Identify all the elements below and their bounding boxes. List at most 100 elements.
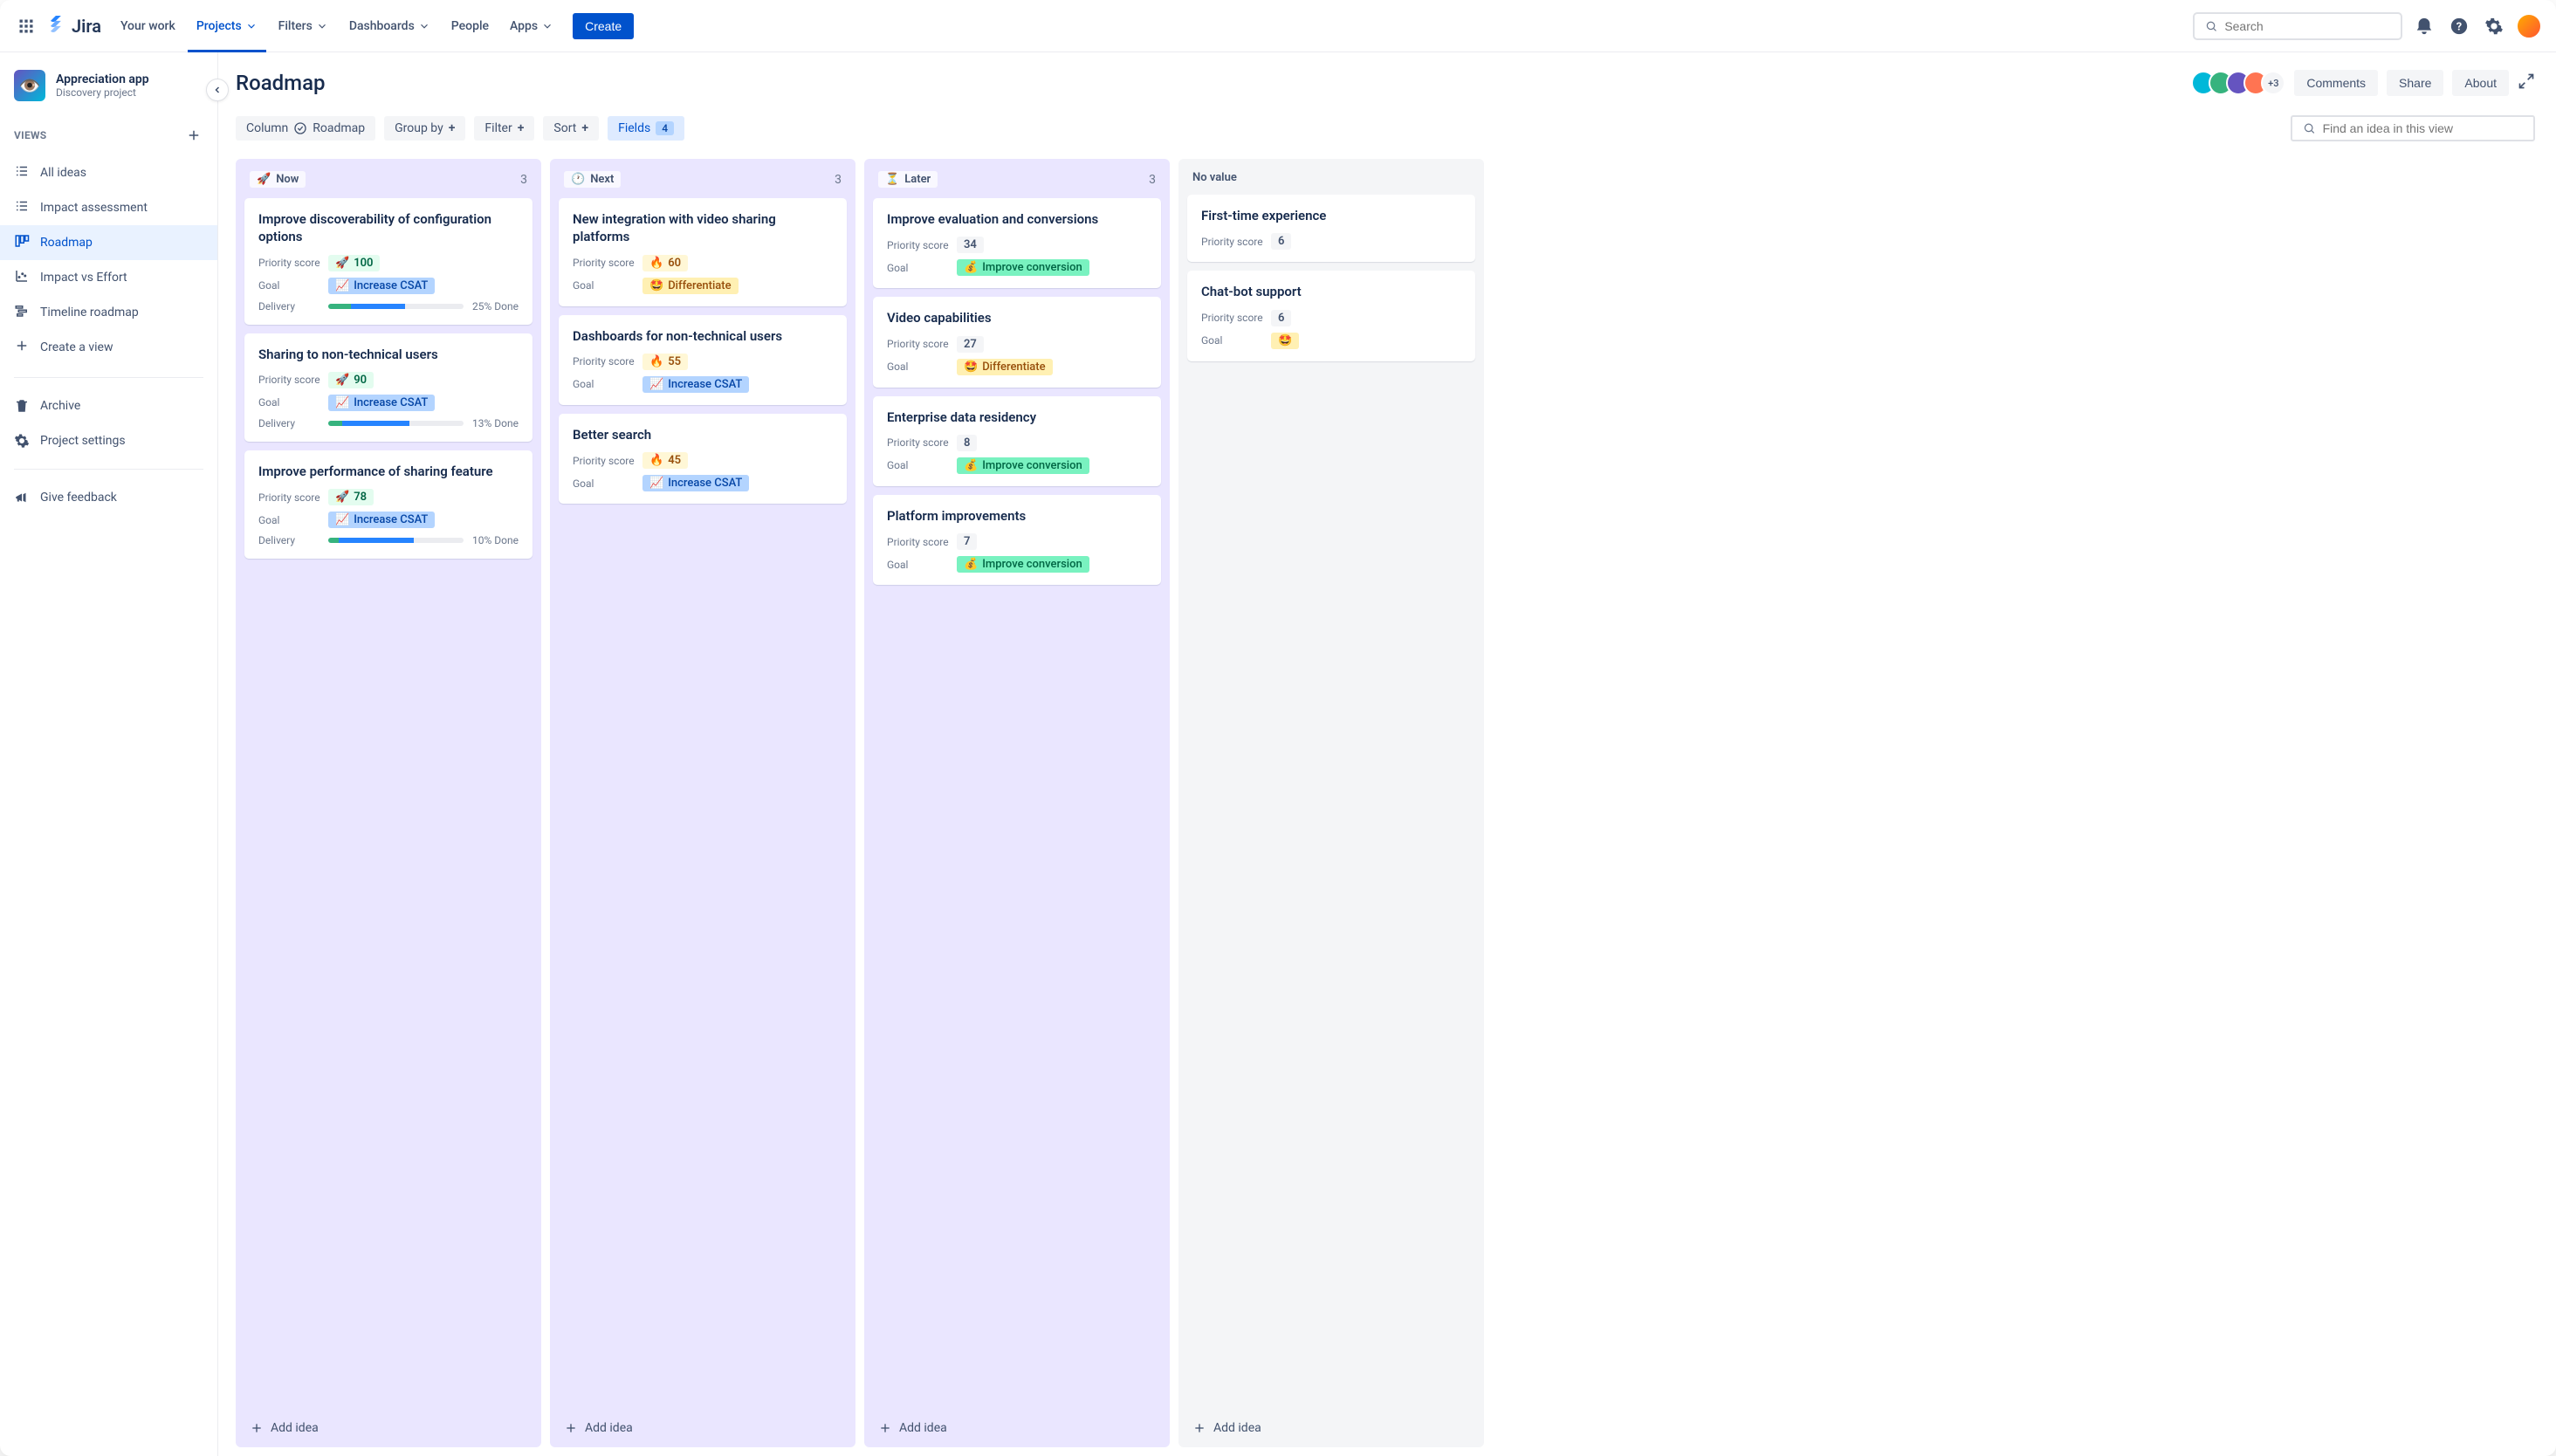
field-label-delivery: Delivery — [258, 300, 328, 312]
idea-card[interactable]: Video capabilitiesPriority score27Goal🤩D… — [873, 297, 1161, 387]
field-label-priority: Priority score — [258, 491, 328, 504]
list-icon — [14, 198, 30, 217]
share-button[interactable]: Share — [2387, 70, 2443, 96]
timeline-icon — [14, 303, 30, 322]
add-idea-button[interactable]: Add idea — [1187, 1412, 1475, 1439]
card-title: Improve discoverability of configuration… — [258, 210, 519, 246]
sidebar-view-impact-vs-effort[interactable]: Impact vs Effort — [0, 260, 217, 295]
field-label-priority: Priority score — [887, 436, 957, 449]
nav-item-people[interactable]: People — [443, 12, 498, 40]
sidebar-collapse-button[interactable] — [206, 79, 229, 101]
add-idea-button[interactable]: Add idea — [244, 1412, 532, 1439]
idea-card[interactable]: Improve discoverability of configuration… — [244, 198, 532, 325]
goal-chip: 💰Improve conversion — [957, 457, 1089, 474]
column-tag: 🚀Now — [250, 171, 306, 188]
plus-icon — [186, 127, 202, 143]
fields-picker[interactable]: Fields 4 — [608, 116, 684, 141]
card-title: Dashboards for non-technical users — [573, 327, 833, 345]
plus-icon — [878, 1421, 892, 1435]
card-title: Improve evaluation and conversions — [887, 210, 1147, 228]
card-title: Platform improvements — [887, 507, 1147, 525]
search-input[interactable] — [2224, 19, 2390, 33]
idea-card[interactable]: Enterprise data residencyPriority score8… — [873, 396, 1161, 486]
goal-chip: 💰Improve conversion — [957, 556, 1089, 573]
field-label-delivery: Delivery — [258, 534, 328, 546]
find-idea-input[interactable] — [2323, 121, 2523, 135]
nav-item-apps[interactable]: Apps — [501, 12, 562, 40]
project-header[interactable]: 👁️ Appreciation app Discovery project — [0, 70, 217, 117]
field-label-priority: Priority score — [1201, 236, 1271, 248]
board-icon — [14, 233, 30, 252]
idea-card[interactable]: New integration with video sharing platf… — [559, 198, 847, 306]
avatar-stack[interactable]: +3 — [2191, 71, 2285, 95]
idea-card[interactable]: Chat-bot supportPriority score6Goal🤩 — [1187, 271, 1475, 361]
column-count: 3 — [520, 173, 527, 187]
goal-chip: 📈Increase CSAT — [642, 376, 749, 393]
chart-icon — [14, 268, 30, 287]
about-button[interactable]: About — [2452, 70, 2509, 96]
global-search[interactable] — [2193, 12, 2402, 40]
board-column: 🕐Next3New integration with video sharing… — [550, 159, 855, 1447]
notifications-button[interactable] — [2411, 13, 2437, 39]
archive-link[interactable]: Archive — [0, 390, 217, 422]
priority-score-chip: 6 — [1271, 310, 1291, 326]
field-label-delivery: Delivery — [258, 417, 328, 429]
sidebar-view-create-a-view[interactable]: Create a view — [0, 330, 217, 365]
idea-card[interactable]: First-time experiencePriority score6 — [1187, 195, 1475, 262]
add-idea-button[interactable]: Add idea — [559, 1412, 847, 1439]
filter-picker[interactable]: Filter + — [474, 116, 534, 141]
comments-button[interactable]: Comments — [2294, 70, 2378, 96]
goal-chip: 🤩Differentiate — [957, 359, 1053, 375]
idea-card[interactable]: Platform improvementsPriority score7Goal… — [873, 495, 1161, 585]
field-label-goal: Goal — [258, 279, 328, 292]
add-idea-button[interactable]: Add idea — [873, 1412, 1161, 1439]
idea-card[interactable]: Improve evaluation and conversionsPriori… — [873, 198, 1161, 288]
project-type: Discovery project — [56, 86, 149, 99]
groupby-picker[interactable]: Group by + — [384, 116, 465, 141]
goal-chip: 🤩 — [1271, 333, 1299, 349]
nav-item-projects[interactable]: Projects — [188, 12, 266, 40]
profile-avatar[interactable] — [2516, 13, 2542, 39]
add-view-button[interactable] — [184, 126, 203, 145]
card-title: Better search — [573, 426, 833, 443]
avatar-more-count: +3 — [2261, 71, 2285, 95]
field-label-goal: Goal — [573, 378, 642, 390]
fullscreen-button[interactable] — [2518, 72, 2535, 93]
field-label-goal: Goal — [887, 559, 957, 571]
project-settings-link[interactable]: Project settings — [0, 425, 217, 457]
sidebar-view-all-ideas[interactable]: All ideas — [0, 155, 217, 190]
idea-card[interactable]: Improve performance of sharing featurePr… — [244, 450, 532, 559]
page-title: Roadmap — [236, 71, 326, 95]
field-label-goal: Goal — [573, 279, 642, 292]
field-label-priority: Priority score — [887, 338, 957, 350]
jira-logo-text: Jira — [72, 16, 101, 37]
card-title: New integration with video sharing platf… — [573, 210, 833, 246]
feedback-link[interactable]: Give feedback — [0, 482, 217, 513]
find-idea-search[interactable] — [2291, 115, 2535, 141]
idea-card[interactable]: Dashboards for non-technical usersPriori… — [559, 315, 847, 405]
jira-logo[interactable]: Jira — [45, 16, 101, 37]
nav-item-filters[interactable]: Filters — [270, 12, 337, 40]
field-label-goal: Goal — [258, 514, 328, 526]
nav-item-dashboards[interactable]: Dashboards — [340, 12, 439, 40]
sort-picker[interactable]: Sort + — [543, 116, 599, 141]
sidebar-view-timeline-roadmap[interactable]: Timeline roadmap — [0, 295, 217, 330]
sidebar-view-impact-assessment[interactable]: Impact assessment — [0, 190, 217, 225]
chevron-down-icon — [541, 20, 553, 32]
idea-card[interactable]: Sharing to non-technical usersPriority s… — [244, 333, 532, 442]
column-picker[interactable]: Column Roadmap — [236, 116, 375, 141]
app-switcher[interactable] — [14, 14, 38, 38]
settings-button[interactable] — [2481, 13, 2507, 39]
goal-chip: 📈Increase CSAT — [642, 475, 749, 491]
idea-card[interactable]: Better searchPriority score🔥45Goal📈Incre… — [559, 414, 847, 504]
field-label-goal: Goal — [573, 477, 642, 490]
column-tag: 🕐Next — [564, 171, 621, 188]
sidebar-view-roadmap[interactable]: Roadmap — [0, 225, 217, 260]
priority-score-chip: 6 — [1271, 233, 1291, 250]
priority-score-chip: 🚀90 — [328, 372, 374, 388]
field-label-priority: Priority score — [573, 257, 642, 269]
progress-bar — [328, 304, 464, 309]
nav-item-your-work[interactable]: Your work — [112, 12, 184, 40]
help-button[interactable]: ? — [2446, 13, 2472, 39]
create-button[interactable]: Create — [573, 13, 634, 39]
